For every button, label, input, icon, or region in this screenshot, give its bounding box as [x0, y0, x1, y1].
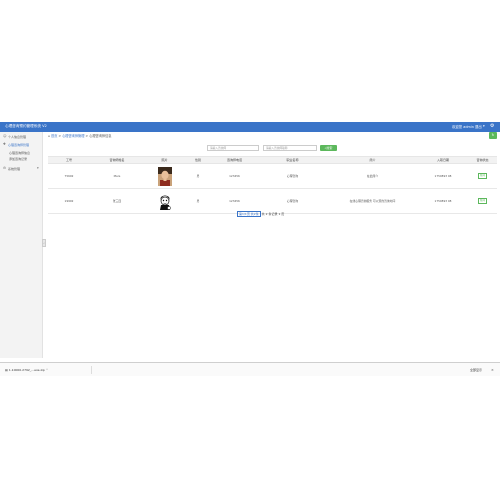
cell-phone: 123456 — [211, 188, 258, 214]
cell-status: 在岗 — [468, 163, 497, 189]
download-item[interactable]: ▤ 1.10000.2792_...exe.zip ⌃ — [5, 366, 92, 374]
gear-icon: ⚙ — [3, 166, 7, 170]
cell-phone: 123456 — [211, 163, 258, 189]
cell-date: 1750893 08 — [418, 188, 468, 214]
show-all-downloads-button[interactable]: 全部显示 — [470, 366, 482, 374]
breadcrumb-home[interactable]: 首页 — [51, 134, 57, 138]
sidebar-item-add-record[interactable]: 添加咨询记录 — [9, 157, 27, 161]
counselor-title-input[interactable]: 请输入咨询师职称 — [263, 145, 317, 151]
chevron-up-icon[interactable]: ⌃ — [46, 368, 49, 372]
cell-job: 心理咨询 — [258, 188, 327, 214]
page-info-box[interactable]: 第1/1页 共2条 — [237, 211, 261, 217]
cell-name: 张三四 — [90, 188, 144, 214]
refresh-icon: ↻ — [491, 133, 495, 137]
status-badge: 在岗 — [477, 173, 488, 179]
file-icon: ▤ — [5, 368, 8, 372]
breadcrumb-sep: > — [58, 134, 62, 138]
logout-link[interactable]: 退出 — [475, 124, 482, 129]
col-date[interactable]: 入职日期 — [418, 156, 468, 164]
sidebar: ☺ 个人信息管理 ✚ 心理咨询师管理 心理咨询师信息 添加咨询记录 ⚙ 系统管理… — [0, 132, 43, 358]
chevron-down-icon: ▾ — [37, 166, 39, 170]
sidebar-item-system[interactable]: 系统管理 — [8, 167, 20, 171]
sidebar-item-counselor-info[interactable]: 心理咨询师信息 — [9, 151, 30, 155]
col-name[interactable]: 咨询师姓名 — [90, 156, 144, 164]
breadcrumb-level2: 心理咨询师信息 — [89, 134, 112, 138]
breadcrumb-sep: > — [85, 134, 89, 138]
cell-photo — [144, 163, 185, 189]
cell-id: 75692 — [48, 163, 90, 189]
user-greeting[interactable]: 欢迎您 admin — [452, 124, 474, 129]
cell-date: 1750893 08 — [418, 163, 468, 189]
pagination: 第1/1页 共2条 共 2 条记录 1 页 — [237, 211, 284, 217]
cell-gender: 男 — [185, 188, 211, 214]
app-title: 心理咨询预约管理系统 V2 — [5, 124, 47, 128]
sidebar-item-counselor-mgmt[interactable]: 心理咨询师管理 — [8, 143, 29, 147]
table-row[interactable]: 19992 张三四 男 123456 心理咨询 在线心理咨询服务 可以预约咨询时… — [48, 188, 497, 214]
counselor-table: 工号 咨询师姓名 照片 性别 咨询师电话 职业名称 简介 入职日期 咨询状态 7… — [48, 156, 497, 214]
pagination-summary: 共 2 条记录 1 页 — [261, 212, 285, 216]
col-gender[interactable]: 性别 — [185, 156, 211, 164]
cell-job: 心理咨询 — [258, 163, 327, 189]
search-button-label: 搜索 — [326, 146, 333, 150]
col-phone[interactable]: 咨询师电话 — [211, 156, 258, 164]
doctor-icon: ✚ — [3, 142, 6, 146]
table-header-row: 工号 咨询师姓名 照片 性别 咨询师电话 职业名称 简介 入职日期 咨询状态 — [48, 156, 497, 164]
download-filename: 1.10000.2792_...exe.zip — [8, 368, 45, 372]
cell-name: Mars — [90, 163, 144, 189]
status-badge: 在岗 — [477, 198, 488, 204]
home-icon: ⌂ — [48, 134, 51, 138]
search-button[interactable]: ⌕搜索 — [320, 145, 337, 151]
top-header-bar: 心理咨询预约管理系统 V2 欢迎您 admin 退出 ▾ ⚙ — [0, 122, 500, 132]
col-intro: 简介 — [327, 156, 418, 164]
counselor-name-input[interactable]: 请输入咨询师 — [207, 145, 259, 151]
cell-intro: 在此简介 — [327, 163, 418, 189]
user-icon: ☺ — [3, 134, 7, 138]
chevron-down-icon[interactable]: ▾ — [483, 124, 485, 128]
gear-icon[interactable]: ⚙ — [490, 123, 494, 129]
counselor-photo[interactable] — [157, 191, 172, 211]
cell-status: 在岗 — [468, 188, 497, 214]
close-icon[interactable]: × — [491, 366, 494, 374]
refresh-button[interactable]: ↻ — [489, 132, 497, 139]
col-photo: 照片 — [144, 156, 185, 164]
cell-id: 19992 — [48, 188, 90, 214]
sidebar-item-profile[interactable]: 个人信息管理 — [8, 135, 26, 139]
sidebar-collapse-handle[interactable]: ‹ — [42, 239, 46, 247]
col-status[interactable]: 咨询状态 — [468, 156, 497, 164]
download-bar: ▤ 1.10000.2792_...exe.zip ⌃ 全部显示 × — [0, 362, 500, 376]
col-id[interactable]: 工号 — [48, 156, 90, 164]
breadcrumb-level1[interactable]: 心理咨询师管理 — [62, 134, 84, 138]
table-row[interactable]: 75692 Mars 男 123456 心理咨询 在此简介 1750893 08… — [48, 163, 497, 189]
col-job[interactable]: 职业名称 — [258, 156, 327, 164]
breadcrumb: ⌂ 首页 > 心理咨询师管理 > 心理咨询师信息 — [48, 133, 111, 138]
cell-gender: 男 — [185, 163, 211, 189]
counselor-photo[interactable] — [157, 166, 172, 186]
cell-intro: 在线心理咨询服务 可以预约咨询时间 — [327, 188, 418, 214]
cell-photo — [144, 188, 185, 214]
